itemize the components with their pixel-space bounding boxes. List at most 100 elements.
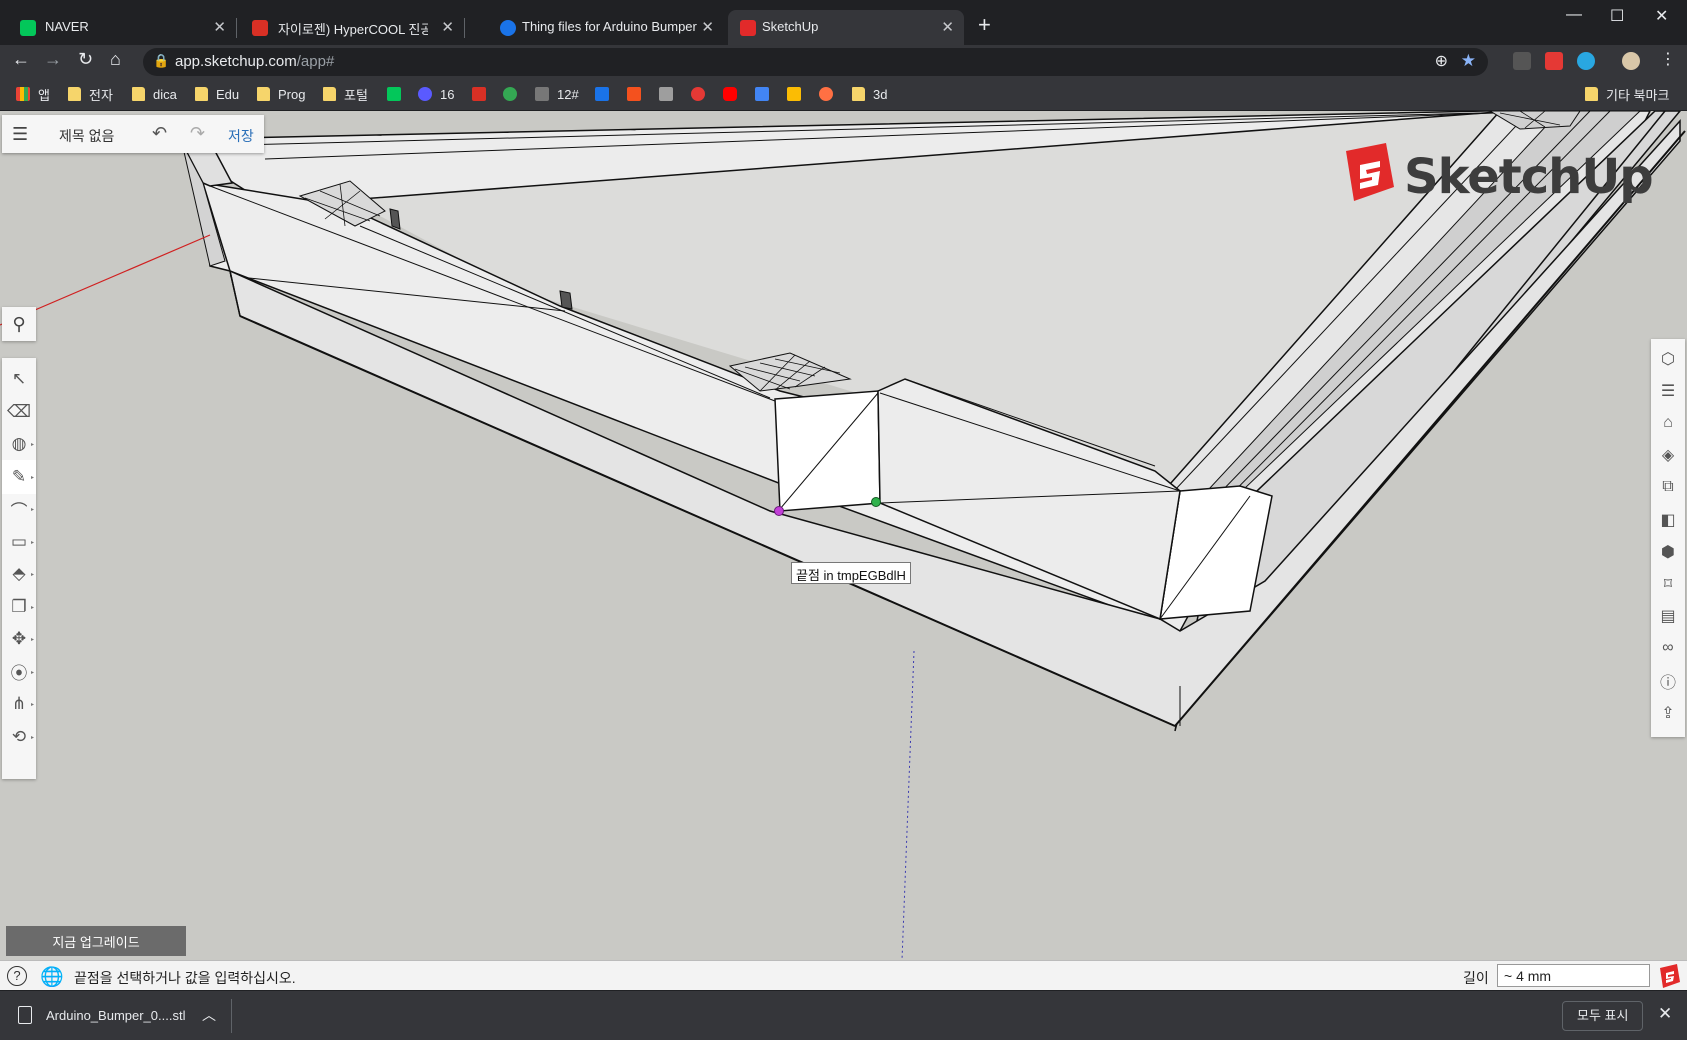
document-title[interactable]: 제목 없음 (59, 126, 114, 146)
calendar-icon (595, 87, 609, 101)
model-canvas[interactable] (0, 111, 1687, 960)
move-tool-button[interactable]: ✥ ▸ (2, 622, 36, 656)
extension-icon[interactable] (1545, 52, 1563, 70)
sketchup-top-menu: ☰ 제목 없음 ↶ ↷ 저장 (2, 115, 264, 153)
printer-icon (659, 87, 673, 101)
model-info-icon: ⓘ (1659, 674, 1676, 692)
bookmark-label: dica (153, 86, 177, 102)
redo-icon[interactable]: ↷ (190, 123, 205, 144)
bookmark-folder[interactable]: Edu (195, 85, 239, 103)
tab-sketchup[interactable]: SketchUp ✕ (728, 10, 964, 45)
maximize-icon[interactable]: ☐ (1610, 6, 1624, 26)
orbit-tool-button[interactable]: ⟲ ▸ (2, 720, 36, 754)
tags-panel-button[interactable]: ⌑ (1651, 567, 1685, 600)
pencil-tool-button[interactable]: ✎ ▸ (2, 459, 36, 494)
undo-icon[interactable]: ↶ (152, 123, 167, 144)
bookmark-site[interactable] (627, 85, 649, 103)
scenes-panel-button[interactable]: ▤ (1651, 600, 1685, 633)
display-panel-button[interactable]: ∞ (1651, 632, 1685, 665)
tab-thingiverse[interactable]: Thing files for Arduino Bumper ✕ (464, 10, 724, 45)
other-bookmarks[interactable]: 기타 북마크 (1585, 85, 1669, 103)
bookmark-site[interactable] (691, 85, 713, 103)
expand-arrow-icon: ▸ (30, 734, 34, 741)
bookmark-folder[interactable]: dica (132, 85, 177, 103)
upgrade-button[interactable]: 지금 업그레이드 (6, 926, 186, 956)
walk-tool-button[interactable]: ⋔ ▸ (2, 687, 36, 721)
bookmark-site[interactable] (472, 85, 494, 103)
home-icon[interactable]: ⌂ (110, 49, 121, 70)
close-tab-icon[interactable]: ✕ (701, 18, 714, 36)
reload-icon[interactable]: ↻ (78, 49, 93, 70)
components-panel-button[interactable]: ⧉ (1651, 471, 1685, 504)
push-pull-tool-button[interactable]: ⬘ ▸ (2, 557, 36, 591)
show-all-button[interactable]: 모두 표시 (1562, 1001, 1644, 1031)
search-tool-button[interactable]: ⚲ (2, 307, 36, 341)
select-icon: ↖ (11, 369, 27, 388)
tab-naver[interactable]: NAVER ✕ (0, 10, 236, 45)
chevron-up-icon[interactable]: ︿ (202, 1005, 216, 1025)
offset-tool-button[interactable]: ❐ ▸ (2, 590, 36, 624)
tape-measure-tool-button[interactable]: ⦿ ▸ (2, 655, 36, 689)
close-tab-icon[interactable]: ✕ (213, 18, 226, 36)
sketchup-viewport[interactable]: ☰ 제목 없음 ↶ ↷ 저장 ⚲ ↖ ⌫ ◍ ▸ ✎ ▸ ⌒ ▸ ▭ ▸ ⬘ ▸ ❐ ▸ ✥ ▸ ⦿ ▸ ⋔ ▸ ⟲ ▸ … (0, 111, 1687, 960)
bookmark-folder[interactable]: 포털 (323, 85, 368, 103)
globe-icon[interactable]: 🌐 (40, 965, 64, 989)
tags-icon: ⌑ (1663, 575, 1673, 593)
help-icon[interactable]: ? (7, 966, 27, 986)
bookmark-site[interactable]: 12# (535, 85, 579, 103)
address-bar[interactable]: 🔒 app.sketchup.com/app# ⊕ ★ (143, 48, 1488, 76)
tab-gmail[interactable]: 자이로젠) HyperCOOL 진공 센서 ✕ (236, 10, 464, 45)
back-icon[interactable]: ← (12, 49, 30, 70)
bookmark-site[interactable] (659, 85, 681, 103)
extension-icon[interactable] (1513, 52, 1531, 70)
push-pull-icon: ⬘ (12, 564, 26, 583)
styles-panel-button[interactable]: ◧ (1651, 503, 1685, 536)
bookmark-site[interactable]: 16 (418, 85, 454, 103)
views-panel-button[interactable]: ⬢ (1651, 535, 1685, 568)
entity-info-panel-button[interactable]: ⬡ (1651, 342, 1685, 375)
add-icon[interactable]: ⊕ (1435, 51, 1448, 71)
move-icon: ✥ (11, 629, 27, 648)
bookmark-site[interactable] (819, 85, 841, 103)
bookmark-label: 16 (440, 86, 455, 102)
bookmark-site[interactable] (787, 85, 809, 103)
download-item[interactable]: Arduino_Bumper_0....stl (18, 1006, 185, 1024)
bookmark-site[interactable] (595, 85, 617, 103)
instructor-panel-button[interactable]: ⌂ (1651, 406, 1685, 439)
save-button[interactable]: 저장 (228, 126, 254, 146)
close-icon[interactable]: ✕ (1658, 1004, 1672, 1024)
bookmark-site[interactable] (755, 85, 777, 103)
close-tab-icon[interactable]: ✕ (941, 18, 954, 36)
select-tool-button[interactable]: ↖ (2, 362, 36, 396)
bookmark-label: 전자 (89, 87, 113, 103)
close-tab-icon[interactable]: ✕ (441, 18, 454, 36)
materials-panel-button[interactable]: ◈ (1651, 439, 1685, 472)
measurement-input[interactable]: ~ 4 mm (1497, 964, 1650, 987)
bookmark-site[interactable] (387, 85, 409, 103)
bookmark-folder[interactable]: 3d (852, 85, 887, 103)
extension-icon[interactable] (1577, 52, 1595, 70)
new-tab-button[interactable]: + (978, 12, 991, 38)
bookmark-site[interactable] (723, 85, 745, 103)
sketchup-favicon-icon (740, 20, 756, 36)
rectangle-tool-button[interactable]: ▭ ▸ (2, 525, 36, 559)
eraser-tool-button[interactable]: ⌫ (2, 395, 36, 429)
minimize-icon[interactable]: — (1566, 6, 1582, 24)
bookmark-site[interactable] (503, 85, 525, 103)
model-info-panel-button[interactable]: ⓘ (1651, 664, 1685, 697)
arc-tool-button[interactable]: ⌒ ▸ (2, 492, 36, 526)
paint-bucket-tool-button[interactable]: ◍ ▸ (2, 427, 36, 461)
menu-dots-icon[interactable]: ⋮ (1660, 49, 1676, 69)
bookmark-folder[interactable]: 전자 (68, 85, 113, 103)
bookmark-star-icon[interactable]: ★ (1461, 51, 1476, 71)
hamburger-menu-icon[interactable]: ☰ (12, 124, 28, 145)
bookmark-folder[interactable]: Prog (257, 85, 305, 103)
rectangle-icon: ▭ (10, 531, 28, 551)
profile-avatar[interactable] (1622, 52, 1640, 70)
bookmark-apps[interactable]: 앱 (16, 85, 50, 103)
export-panel-button[interactable]: ⇪ (1651, 696, 1685, 729)
forward-icon[interactable]: → (44, 49, 62, 70)
outliner-panel-button[interactable]: ☰ (1651, 374, 1685, 407)
folder-icon (68, 87, 81, 101)
window-close-icon[interactable]: ✕ (1655, 6, 1668, 26)
